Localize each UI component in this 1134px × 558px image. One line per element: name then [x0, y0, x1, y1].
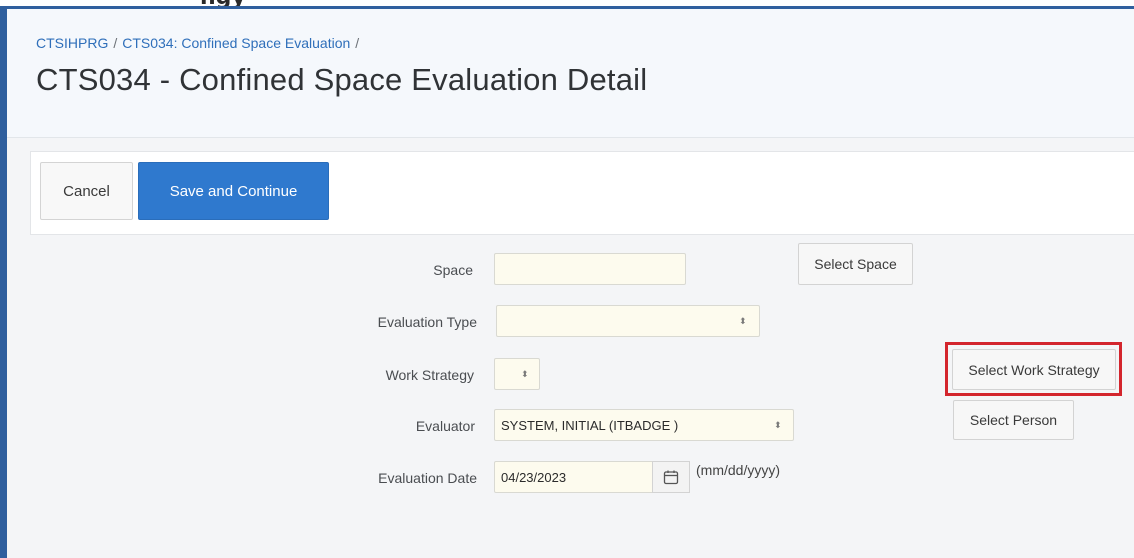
space-label: Space [433, 262, 473, 278]
save-and-continue-button[interactable]: Save and Continue [138, 162, 329, 220]
work-strategy-label: Work Strategy [385, 367, 474, 383]
work-strategy-select[interactable] [494, 358, 540, 390]
evaluator-label: Evaluator [415, 418, 475, 434]
evaluator-select[interactable]: SYSTEM, INITIAL (ITBADGE ) [494, 409, 794, 441]
select-space-button[interactable]: Select Space [798, 243, 913, 285]
highlight-box [945, 342, 1122, 396]
up-down-caret-icon: ⬍ [521, 369, 529, 379]
evaluation-type-select[interactable] [496, 305, 760, 337]
left-accent-border [0, 6, 7, 558]
app-frame: ngy CTSIHPRG/CTS034: Confined Space Eval… [0, 0, 1134, 558]
select-person-button[interactable]: Select Person [953, 400, 1074, 440]
breadcrumb-link-ctsihprg[interactable]: CTSIHPRG [36, 35, 108, 51]
cancel-button[interactable]: Cancel [40, 162, 133, 220]
date-format-hint: (mm/dd/yyyy) [696, 462, 780, 478]
breadcrumb-link-confined-space-evaluation[interactable]: CTS034: Confined Space Evaluation [122, 35, 350, 51]
calendar-icon [663, 470, 679, 485]
evaluation-date-field[interactable]: 04/23/2023 [494, 461, 654, 493]
up-down-caret-icon: ⬍ [739, 316, 747, 326]
space-field[interactable] [494, 253, 686, 285]
breadcrumb-separator: / [113, 35, 118, 51]
page-title: CTS034 - Confined Space Evaluation Detai… [36, 62, 648, 97]
breadcrumb: CTSIHPRG / CTS034: Confined Space Evaluati… [36, 35, 364, 51]
calendar-button[interactable] [652, 461, 690, 493]
breadcrumb-separator: / [355, 35, 360, 51]
up-down-caret-icon: ⬍ [774, 420, 782, 430]
evaluation-date-label: Evaluation Date [378, 470, 477, 486]
evaluation-type-label: Evaluation Type [377, 314, 477, 330]
